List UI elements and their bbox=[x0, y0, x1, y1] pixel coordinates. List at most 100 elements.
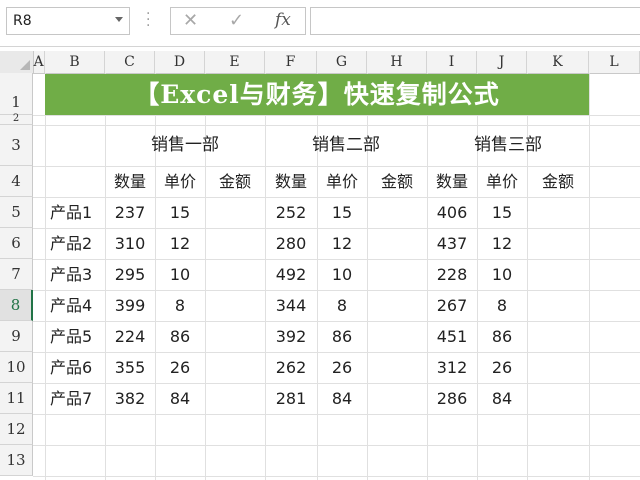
column-header[interactable]: C bbox=[105, 51, 155, 73]
row-header[interactable]: 4 bbox=[0, 166, 33, 197]
column-header[interactable]: L bbox=[589, 51, 640, 73]
column-label[interactable]: 金额 bbox=[527, 166, 589, 197]
quantity-cell[interactable]: 392 bbox=[265, 321, 317, 352]
price-cell[interactable]: 12 bbox=[155, 228, 205, 259]
row-header[interactable]: 10 bbox=[0, 352, 33, 383]
price-cell[interactable]: 10 bbox=[477, 259, 527, 290]
name-box[interactable]: R8 bbox=[6, 7, 130, 35]
price-cell[interactable]: 26 bbox=[477, 352, 527, 383]
column-header[interactable]: B bbox=[45, 51, 105, 73]
row-header[interactable]: 3 bbox=[0, 125, 33, 166]
price-cell[interactable]: 8 bbox=[155, 290, 205, 321]
row-header[interactable]: 13 bbox=[0, 445, 33, 476]
row-header[interactable]: 6 bbox=[0, 228, 33, 259]
drag-handle-icon[interactable]: · · · bbox=[146, 7, 150, 33]
column-header[interactable]: I bbox=[427, 51, 477, 73]
column-label[interactable]: 单价 bbox=[317, 166, 367, 197]
column-header[interactable]: K bbox=[527, 51, 589, 73]
row-header[interactable]: 7 bbox=[0, 259, 33, 290]
quantity-cell[interactable]: 355 bbox=[105, 352, 155, 383]
price-cell[interactable]: 26 bbox=[317, 352, 367, 383]
product-name[interactable]: 产品2 bbox=[50, 228, 92, 259]
quantity-cell[interactable]: 399 bbox=[105, 290, 155, 321]
column-label[interactable]: 数量 bbox=[265, 166, 317, 197]
name-box-value: R8 bbox=[13, 13, 32, 29]
quantity-cell[interactable]: 437 bbox=[427, 228, 477, 259]
product-name[interactable]: 产品6 bbox=[50, 352, 92, 383]
department-header[interactable]: 销售一部 bbox=[105, 125, 265, 166]
quantity-cell[interactable]: 252 bbox=[265, 197, 317, 228]
price-cell[interactable]: 12 bbox=[477, 228, 527, 259]
quantity-cell[interactable]: 312 bbox=[427, 352, 477, 383]
column-label[interactable]: 数量 bbox=[105, 166, 155, 197]
column-label[interactable]: 金额 bbox=[205, 166, 265, 197]
column-label[interactable]: 金额 bbox=[367, 166, 427, 197]
quantity-cell[interactable]: 382 bbox=[105, 383, 155, 414]
quantity-cell[interactable]: 280 bbox=[265, 228, 317, 259]
quantity-cell[interactable]: 237 bbox=[105, 197, 155, 228]
column-header[interactable]: A bbox=[33, 51, 45, 73]
quantity-cell[interactable]: 267 bbox=[427, 290, 477, 321]
quantity-cell[interactable]: 286 bbox=[427, 383, 477, 414]
price-cell[interactable]: 10 bbox=[155, 259, 205, 290]
price-cell[interactable]: 15 bbox=[317, 197, 367, 228]
price-cell[interactable]: 15 bbox=[155, 197, 205, 228]
quantity-cell[interactable]: 451 bbox=[427, 321, 477, 352]
price-cell[interactable]: 12 bbox=[317, 228, 367, 259]
price-cell[interactable]: 86 bbox=[155, 321, 205, 352]
department-header[interactable]: 销售三部 bbox=[427, 125, 589, 166]
cancel-icon[interactable]: ✕ bbox=[183, 10, 198, 31]
column-header[interactable]: F bbox=[265, 51, 317, 73]
product-name[interactable]: 产品3 bbox=[50, 259, 92, 290]
select-all-corner[interactable] bbox=[0, 51, 34, 74]
sheet-title[interactable]: 【Excel与财务】快速复制公式 bbox=[45, 74, 589, 115]
column-header[interactable]: G bbox=[317, 51, 367, 73]
chevron-down-icon[interactable] bbox=[115, 17, 123, 22]
price-cell[interactable]: 84 bbox=[477, 383, 527, 414]
column-header[interactable]: E bbox=[205, 51, 265, 73]
price-cell[interactable]: 84 bbox=[155, 383, 205, 414]
row-header[interactable]: 9 bbox=[0, 321, 33, 352]
quantity-cell[interactable]: 262 bbox=[265, 352, 317, 383]
grid-line bbox=[33, 414, 640, 415]
row-header[interactable]: 11 bbox=[0, 383, 33, 414]
quantity-cell[interactable]: 224 bbox=[105, 321, 155, 352]
quantity-cell[interactable]: 228 bbox=[427, 259, 477, 290]
row-header[interactable]: 2 bbox=[0, 114, 33, 125]
quantity-cell[interactable]: 295 bbox=[105, 259, 155, 290]
row-header[interactable]: 8 bbox=[0, 290, 33, 321]
formula-bar: R8 · · · ✕ ✓ fx bbox=[0, 0, 640, 47]
quantity-cell[interactable]: 281 bbox=[265, 383, 317, 414]
column-header[interactable]: H bbox=[367, 51, 427, 73]
quantity-cell[interactable]: 310 bbox=[105, 228, 155, 259]
price-cell[interactable]: 86 bbox=[317, 321, 367, 352]
column-label[interactable]: 单价 bbox=[477, 166, 527, 197]
row-header[interactable]: 12 bbox=[0, 414, 33, 445]
column-header[interactable]: J bbox=[477, 51, 527, 73]
column-header[interactable]: D bbox=[155, 51, 205, 73]
price-cell[interactable]: 10 bbox=[317, 259, 367, 290]
price-cell[interactable]: 8 bbox=[477, 290, 527, 321]
row-header[interactable]: 5 bbox=[0, 197, 33, 228]
price-cell[interactable]: 8 bbox=[317, 290, 367, 321]
price-cell[interactable]: 15 bbox=[477, 197, 527, 228]
price-cell[interactable]: 26 bbox=[155, 352, 205, 383]
quantity-cell[interactable]: 406 bbox=[427, 197, 477, 228]
product-name[interactable]: 产品7 bbox=[50, 383, 92, 414]
column-label[interactable]: 单价 bbox=[155, 166, 205, 197]
formula-buttons: ✕ ✓ fx bbox=[170, 7, 306, 35]
quantity-cell[interactable]: 492 bbox=[265, 259, 317, 290]
product-name[interactable]: 产品4 bbox=[50, 290, 92, 321]
formula-input[interactable] bbox=[310, 7, 640, 35]
row-header[interactable]: 1 bbox=[0, 73, 33, 115]
product-name[interactable]: 产品5 bbox=[50, 321, 92, 352]
department-header[interactable]: 销售二部 bbox=[265, 125, 427, 166]
quantity-cell[interactable]: 344 bbox=[265, 290, 317, 321]
price-cell[interactable]: 86 bbox=[477, 321, 527, 352]
price-cell[interactable]: 84 bbox=[317, 383, 367, 414]
enter-icon[interactable]: ✓ bbox=[229, 10, 244, 31]
grid-line bbox=[33, 445, 640, 446]
column-label[interactable]: 数量 bbox=[427, 166, 477, 197]
product-name[interactable]: 产品1 bbox=[50, 197, 92, 228]
insert-function-icon[interactable]: fx bbox=[275, 10, 291, 30]
